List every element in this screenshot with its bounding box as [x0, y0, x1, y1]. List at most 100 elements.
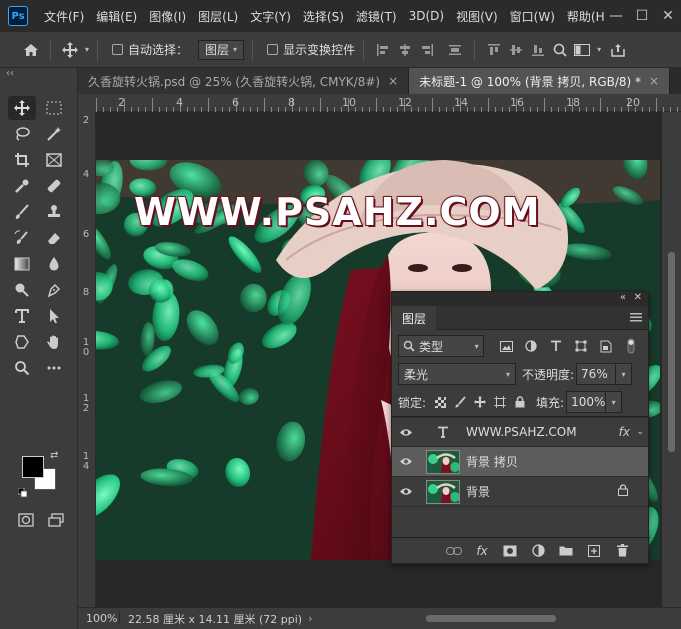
- filter-pixel-icon[interactable]: [496, 335, 518, 357]
- minimize-button[interactable]: —: [603, 0, 629, 32]
- marquee-tool-icon[interactable]: [40, 96, 68, 120]
- align-top-icon[interactable]: [483, 39, 505, 61]
- filter-kind-dropdown[interactable]: 类型 ▾: [398, 335, 484, 357]
- tab-document-2[interactable]: 未标题-1 @ 100% (背景 拷贝, RGB/8) * ×: [409, 68, 671, 94]
- magic-wand-icon[interactable]: [40, 122, 68, 146]
- menu-window[interactable]: 窗口(W): [504, 8, 561, 25]
- shape-tool-icon[interactable]: [8, 330, 36, 354]
- eraser-tool-icon[interactable]: [40, 226, 68, 250]
- foreground-color[interactable]: [22, 456, 44, 478]
- stamp-tool-icon[interactable]: [40, 200, 68, 224]
- workspace-icon[interactable]: [571, 39, 593, 61]
- gradient-tool-icon[interactable]: [8, 252, 36, 276]
- chevron-down-icon[interactable]: ▾: [606, 391, 623, 413]
- swap-colors-icon[interactable]: ⇄: [50, 450, 58, 461]
- align-middle-icon[interactable]: [505, 39, 527, 61]
- layer-row-background[interactable]: 背景: [392, 477, 648, 507]
- vertical-scrollbar[interactable]: [662, 112, 681, 607]
- new-adjustment-icon[interactable]: [528, 542, 548, 560]
- pen-tool-icon[interactable]: [40, 278, 68, 302]
- close-button[interactable]: ✕: [655, 0, 681, 32]
- filter-smart-object-icon[interactable]: [595, 335, 617, 357]
- crop-tool-icon[interactable]: [8, 148, 36, 172]
- home-icon[interactable]: [20, 39, 42, 61]
- lock-all-icon[interactable]: [510, 396, 530, 408]
- scroll-thumb[interactable]: [426, 615, 556, 622]
- menu-edit[interactable]: 编辑(E): [90, 8, 143, 25]
- menu-3d[interactable]: 3D(D): [403, 9, 450, 23]
- zoom-level[interactable]: 100%: [78, 612, 120, 625]
- eye-icon[interactable]: [392, 428, 420, 437]
- menu-layer[interactable]: 图层(L): [192, 8, 244, 25]
- hand-tool-icon[interactable]: [40, 330, 68, 354]
- layer-row-background-copy[interactable]: 背景 拷贝: [392, 447, 648, 477]
- screen-mode-icon[interactable]: [42, 508, 70, 532]
- new-layer-icon[interactable]: [584, 542, 604, 560]
- filter-adjustment-icon[interactable]: [521, 335, 543, 357]
- align-center-icon[interactable]: [394, 39, 416, 61]
- auto-select-checkbox[interactable]: [112, 44, 124, 55]
- menu-select[interactable]: 选择(S): [297, 8, 350, 25]
- collapse-icon[interactable]: ‹‹: [6, 68, 14, 79]
- lock-artboard-icon[interactable]: [490, 396, 510, 408]
- share-icon[interactable]: [607, 39, 629, 61]
- zoom-tool-icon[interactable]: [8, 356, 36, 380]
- close-icon[interactable]: ×: [649, 74, 659, 88]
- chevron-down-icon[interactable]: ▾: [616, 363, 633, 385]
- lasso-tool-icon[interactable]: [8, 122, 36, 146]
- filter-toggle-icon[interactable]: [620, 335, 642, 357]
- align-left-icon[interactable]: [372, 39, 394, 61]
- menu-image[interactable]: 图像(I): [143, 8, 192, 25]
- show-transform-checkbox[interactable]: [267, 44, 279, 55]
- blend-mode-dropdown[interactable]: 柔光 ▾: [398, 363, 516, 385]
- add-mask-icon[interactable]: [500, 542, 520, 560]
- add-style-icon[interactable]: fx: [472, 542, 492, 560]
- delete-layer-icon[interactable]: [612, 542, 632, 560]
- tab-document-1[interactable]: 久香旋转火锅.psd @ 25% (久香旋转火锅, CMYK/8#) ×: [78, 68, 410, 94]
- search-icon[interactable]: [549, 39, 571, 61]
- menu-view[interactable]: 视图(V): [450, 8, 504, 25]
- tab-layers[interactable]: 图层: [392, 306, 437, 330]
- menu-type[interactable]: 文字(Y): [244, 8, 297, 25]
- frame-tool-icon[interactable]: [40, 148, 68, 172]
- healing-brush-icon[interactable]: [40, 174, 68, 198]
- horizontal-scrollbar[interactable]: [396, 612, 676, 624]
- collapse-panel-icon[interactable]: «: [620, 292, 626, 303]
- quick-mask-icon[interactable]: [12, 508, 40, 532]
- filter-shape-icon[interactable]: [570, 335, 592, 357]
- layer-row-text[interactable]: WWW.PSAHZ.COM fx ⌄: [392, 417, 648, 447]
- scroll-thumb[interactable]: [668, 252, 675, 452]
- move-tool-icon[interactable]: [8, 96, 36, 120]
- default-colors-icon[interactable]: [17, 486, 28, 498]
- chevron-down-icon[interactable]: ⌄: [636, 427, 644, 437]
- path-selection-icon[interactable]: [40, 304, 68, 328]
- blur-tool-icon[interactable]: [40, 252, 68, 276]
- type-tool-icon[interactable]: [8, 304, 36, 328]
- menu-filter[interactable]: 滤镜(T): [350, 8, 403, 25]
- more-tools-icon[interactable]: [40, 356, 68, 380]
- chevron-down-icon[interactable]: ▾: [597, 45, 601, 54]
- close-icon[interactable]: ×: [388, 74, 398, 88]
- status-menu-arrow[interactable]: ›: [308, 612, 312, 625]
- auto-select-dropdown[interactable]: 图层 ▾: [198, 39, 245, 60]
- link-layers-icon[interactable]: [444, 542, 464, 560]
- eyedropper-icon[interactable]: [8, 174, 36, 198]
- eye-icon[interactable]: [392, 457, 420, 466]
- history-brush-icon[interactable]: [8, 226, 36, 250]
- eye-icon[interactable]: [392, 487, 420, 496]
- lock-transparent-icon[interactable]: [430, 396, 450, 408]
- lock-pixels-icon[interactable]: [450, 396, 470, 408]
- dodge-tool-icon[interactable]: [8, 278, 36, 302]
- brush-tool-icon[interactable]: [8, 200, 36, 224]
- fill-input[interactable]: 100%: [566, 391, 607, 413]
- distribute-icon[interactable]: [444, 39, 466, 61]
- move-tool-icon[interactable]: [59, 39, 81, 61]
- close-panel-icon[interactable]: ✕: [634, 292, 642, 303]
- new-group-icon[interactable]: [556, 542, 576, 560]
- lock-position-icon[interactable]: [470, 396, 490, 408]
- opacity-input[interactable]: 76%: [576, 363, 617, 385]
- maximize-button[interactable]: ☐: [629, 0, 655, 32]
- align-bottom-icon[interactable]: [527, 39, 549, 61]
- menu-file[interactable]: 文件(F): [38, 8, 90, 25]
- fx-badge[interactable]: fx: [619, 425, 630, 439]
